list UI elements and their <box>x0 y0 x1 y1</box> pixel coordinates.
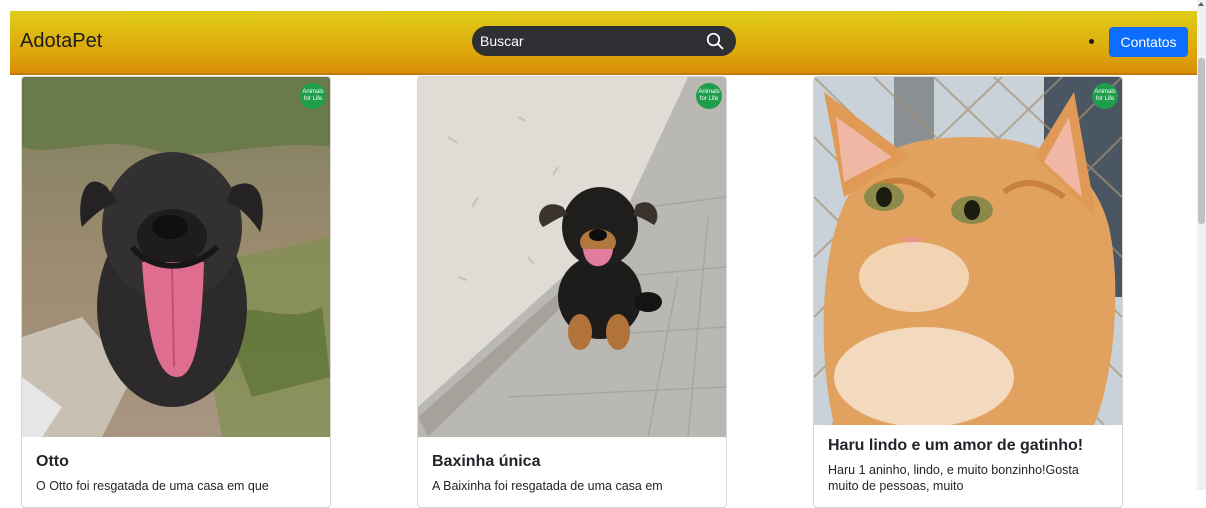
card-text: A Baixinha foi resgatada de uma casa em <box>432 479 663 493</box>
search-bar <box>472 26 736 56</box>
search-button[interactable] <box>702 28 728 54</box>
card-body: Baxinha única A Baixinha foi resgatada d… <box>432 453 712 494</box>
vertical-scrollbar[interactable] <box>1197 0 1206 490</box>
pet-card-baxinha[interactable]: Animals for Life Baxinha única A Baixinh… <box>417 76 727 508</box>
card-body: Otto O Otto foi resgatada de uma casa em… <box>36 453 316 494</box>
search-input[interactable] <box>480 33 702 49</box>
arrow-up-icon[interactable] <box>1198 2 1204 6</box>
search-icon <box>706 32 724 50</box>
card-body: Haru lindo e um amor de gatinho! Haru 1 … <box>828 437 1108 494</box>
animals-for-life-badge: Animals for Life <box>696 83 722 109</box>
card-text: O Otto foi resgatada de uma casa em que <box>36 479 269 493</box>
animals-for-life-badge: Animals for Life <box>1092 83 1118 109</box>
pet-photo-haru[interactable] <box>814 77 1122 425</box>
navbar: AdotaPet Contatos <box>10 11 1197 75</box>
pet-photo-otto[interactable] <box>22 77 330 437</box>
card-title: Otto <box>36 453 69 470</box>
pet-photo-baxinha[interactable] <box>418 77 726 437</box>
card-text: Haru 1 aninho, lindo, e muito bonzinho!G… <box>828 463 1079 493</box>
pet-card-otto[interactable]: Animals for Life Otto O Otto foi resgata… <box>21 76 331 508</box>
contacts-button[interactable]: Contatos <box>1109 27 1188 57</box>
card-title: Haru lindo e um amor de gatinho! <box>828 437 1084 454</box>
animals-for-life-badge: Animals for Life <box>300 83 326 109</box>
card-title: Baxinha única <box>432 453 541 470</box>
pet-card-haru[interactable]: Animals for Life Haru lindo e um amor de… <box>813 76 1123 508</box>
brand-link[interactable]: AdotaPet <box>20 30 102 53</box>
nav-bullet <box>1089 39 1094 44</box>
scrollbar-thumb[interactable] <box>1198 58 1205 224</box>
